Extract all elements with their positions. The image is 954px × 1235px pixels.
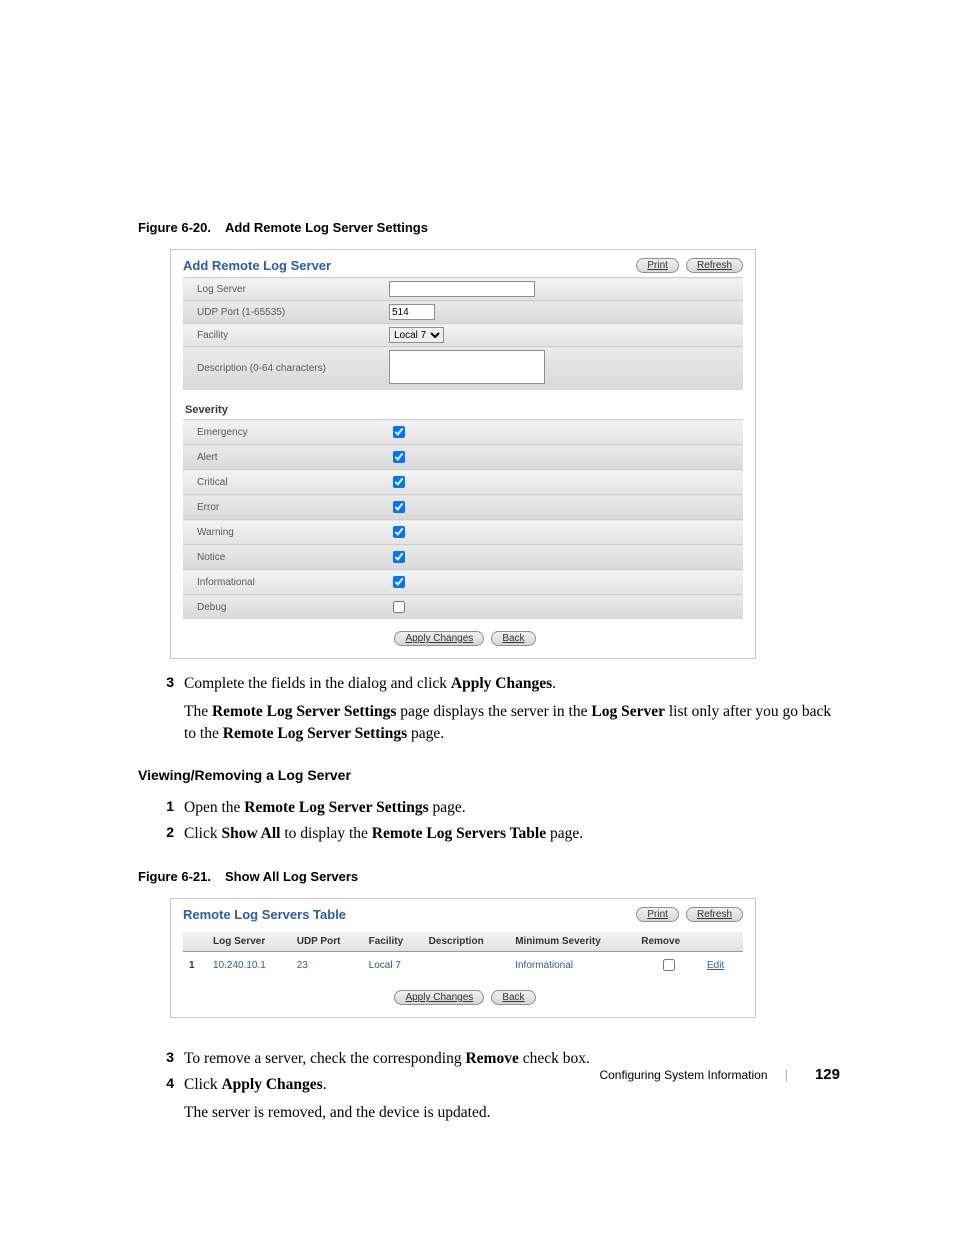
edit-link[interactable]: Edit: [707, 960, 724, 971]
list-item: 3 Complete the fields in the dialog and …: [138, 673, 838, 745]
informational-checkbox[interactable]: [393, 576, 405, 588]
table-row: Debug: [183, 595, 743, 620]
list-item: 1 Open the Remote Log Server Settings pa…: [138, 797, 838, 819]
severity-label: Informational: [183, 570, 383, 595]
figure-title: Show All Log Servers: [225, 869, 358, 884]
log-server-input[interactable]: [389, 281, 535, 297]
log-servers-table: Log Server UDP Port Facility Description…: [183, 932, 743, 978]
table-row: Critical: [183, 470, 743, 495]
panel-title: Add Remote Log Server: [183, 258, 331, 273]
severity-label: Emergency: [183, 420, 383, 445]
footer-separator: |: [785, 1067, 788, 1082]
severity-label: Debug: [183, 595, 383, 620]
col-description: Description: [423, 932, 510, 952]
description-textarea[interactable]: [389, 350, 545, 384]
col-remove: Remove: [635, 932, 701, 952]
table-row: Log Server: [183, 278, 743, 301]
error-checkbox[interactable]: [393, 501, 405, 513]
figure-label: Figure 6-21.: [138, 869, 211, 884]
table-row: Description (0-64 characters): [183, 347, 743, 391]
remote-log-servers-table-screenshot: Remote Log Servers Table Print Refresh L…: [170, 898, 756, 1018]
table-row: Error: [183, 495, 743, 520]
figure-6-21-caption: Figure 6-21. Show All Log Servers: [138, 869, 838, 884]
print-button[interactable]: Print: [636, 258, 679, 273]
col-log-server: Log Server: [207, 932, 291, 952]
back-button[interactable]: Back: [491, 631, 535, 646]
refresh-button[interactable]: Refresh: [686, 907, 743, 922]
severity-label: Critical: [183, 470, 383, 495]
debug-checkbox[interactable]: [393, 601, 405, 613]
page-footer: Configuring System Information | 129: [599, 1066, 840, 1083]
figure-6-20-caption: Figure 6-20. Add Remote Log Server Settin…: [138, 220, 838, 235]
col-udp-port: UDP Port: [291, 932, 363, 952]
severity-label: Error: [183, 495, 383, 520]
warning-checkbox[interactable]: [393, 526, 405, 538]
description-label: Description (0-64 characters): [183, 347, 383, 391]
log-server-label: Log Server: [183, 278, 383, 301]
cell-facility: Local 7: [363, 952, 423, 979]
udp-port-label: UDP Port (1-65535): [183, 301, 383, 324]
severity-label: Alert: [183, 445, 383, 470]
facility-select[interactable]: Local 7: [389, 327, 444, 343]
col-min-severity: Minimum Severity: [509, 932, 635, 952]
critical-checkbox[interactable]: [393, 476, 405, 488]
cell-log-server: 10.240.10.1: [207, 952, 291, 979]
table-row: Emergency: [183, 420, 743, 445]
severity-heading: Severity: [185, 404, 743, 416]
notice-checkbox[interactable]: [393, 551, 405, 563]
list-item: 2 Click Show All to display the Remote L…: [138, 823, 838, 845]
table-row: Notice: [183, 545, 743, 570]
severity-label: Warning: [183, 520, 383, 545]
cell-min-severity: Informational: [509, 952, 635, 979]
udp-port-input[interactable]: [389, 304, 435, 320]
step-list-2: 1 Open the Remote Log Server Settings pa…: [138, 797, 838, 845]
severity-table: Emergency Alert Critical Error Warning N…: [183, 419, 743, 619]
severity-label: Notice: [183, 545, 383, 570]
emergency-checkbox[interactable]: [393, 426, 405, 438]
remove-checkbox[interactable]: [663, 959, 675, 971]
row-index: 1: [183, 952, 207, 979]
table-row: UDP Port (1-65535): [183, 301, 743, 324]
cell-udp-port: 23: [291, 952, 363, 979]
table-row: Informational: [183, 570, 743, 595]
table-row: 1 10.240.10.1 23 Local 7 Informational E…: [183, 952, 743, 979]
add-remote-log-server-screenshot: Add Remote Log Server Print Refresh Log …: [170, 249, 756, 659]
apply-changes-button[interactable]: Apply Changes: [394, 990, 484, 1005]
table-row: Warning: [183, 520, 743, 545]
step-list-3: 3 To remove a server, check the correspo…: [138, 1048, 838, 1124]
step-list-1: 3 Complete the fields in the dialog and …: [138, 673, 838, 745]
figure-label: Figure 6-20.: [138, 220, 211, 235]
panel-title: Remote Log Servers Table: [183, 907, 346, 922]
figure-title: Add Remote Log Server Settings: [225, 220, 428, 235]
refresh-button[interactable]: Refresh: [686, 258, 743, 273]
viewing-removing-heading: Viewing/Removing a Log Server: [138, 767, 838, 783]
cell-description: [423, 952, 510, 979]
col-facility: Facility: [363, 932, 423, 952]
apply-changes-button[interactable]: Apply Changes: [394, 631, 484, 646]
table-row: Alert: [183, 445, 743, 470]
settings-table: Log Server UDP Port (1-65535) Facility L…: [183, 277, 743, 390]
footer-section: Configuring System Information: [599, 1068, 767, 1082]
print-button[interactable]: Print: [636, 907, 679, 922]
table-row: Facility Local 7: [183, 324, 743, 347]
table-header-row: Log Server UDP Port Facility Description…: [183, 932, 743, 952]
facility-label: Facility: [183, 324, 383, 347]
alert-checkbox[interactable]: [393, 451, 405, 463]
back-button[interactable]: Back: [491, 990, 535, 1005]
footer-page-number: 129: [815, 1066, 840, 1083]
